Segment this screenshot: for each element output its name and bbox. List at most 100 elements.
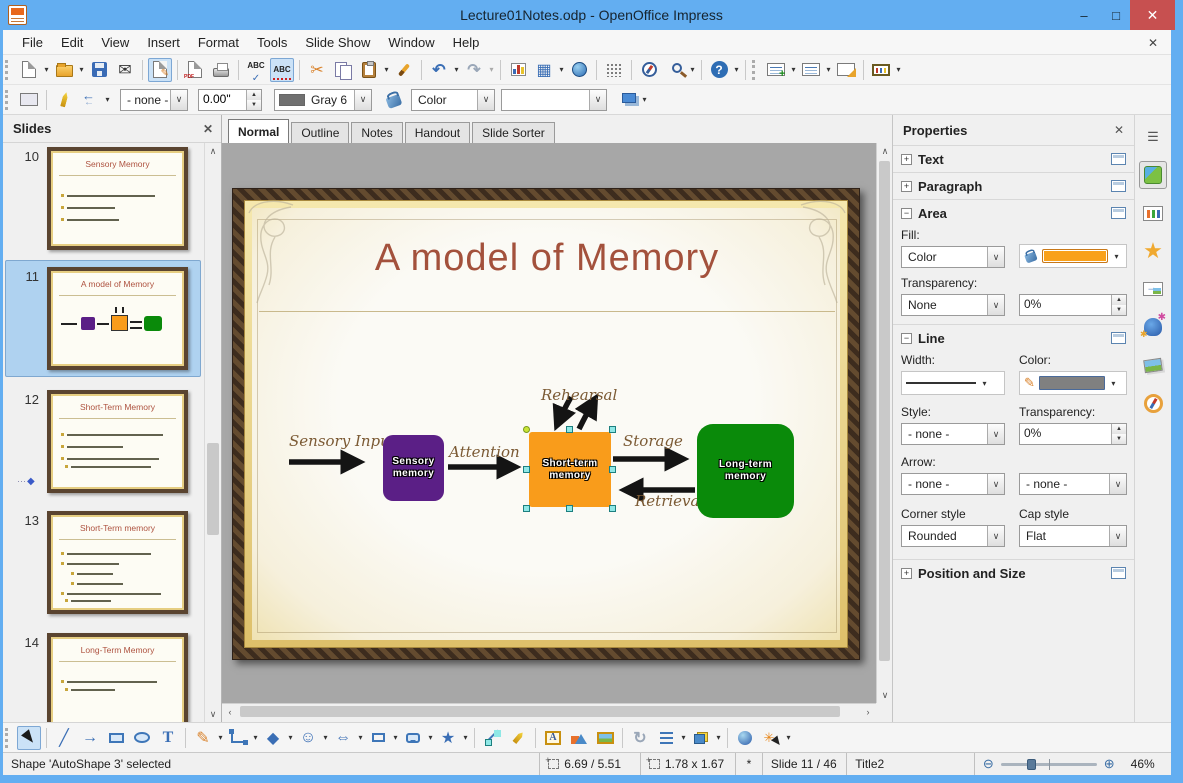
navigator-button[interactable]	[637, 58, 661, 82]
glue-points-button[interactable]	[506, 726, 530, 750]
rotate-button[interactable]: ↻	[628, 726, 652, 750]
toolbar-overflow-icon[interactable]: ▾	[640, 95, 649, 104]
undo-dropdown-icon[interactable]: ▾	[452, 65, 461, 74]
tab-normal[interactable]: Normal	[228, 119, 290, 143]
retrieval-label[interactable]: Retrieval	[635, 492, 704, 510]
stars-dropdown-icon[interactable]: ▾	[461, 733, 470, 742]
symbol-shapes-button[interactable]: ☺	[296, 726, 320, 750]
layout-name[interactable]: Title2	[847, 753, 975, 775]
insert-picture-button[interactable]	[593, 726, 617, 750]
arrow-start-select[interactable]: - none - ∨	[901, 473, 1005, 495]
minimize-button[interactable]: –	[1068, 0, 1100, 30]
zoom-in-icon[interactable]: ⊕	[1104, 756, 1115, 772]
arrow-tool-button[interactable]: →	[78, 726, 102, 750]
line-style-combobox[interactable]: - none - ∨	[120, 88, 188, 111]
menu-slideshow[interactable]: Slide Show	[296, 32, 379, 53]
zoom-slider-thumb[interactable]	[1026, 758, 1036, 770]
short-term-memory-box[interactable]: Short-term memory	[529, 432, 611, 507]
arrange-button[interactable]	[689, 726, 713, 750]
slide-12-thumbnail[interactable]: Short-Term Memory	[47, 390, 188, 493]
cut-button[interactable]: ✂	[305, 58, 329, 82]
autospellcheck-button[interactable]: ABC	[270, 57, 294, 82]
slide-11-thumbnail[interactable]: A model of Memory	[47, 267, 188, 370]
export-pdf-button[interactable]: PDF	[183, 58, 207, 82]
table-dropdown-icon[interactable]: ▾	[557, 65, 566, 74]
flowchart-button[interactable]	[366, 726, 390, 750]
tab-navigator[interactable]	[1139, 389, 1167, 417]
line-tool-button[interactable]: ╱	[52, 726, 76, 750]
expand-icon[interactable]: +	[901, 567, 912, 579]
presentation-overflow-icon[interactable]: ▾	[894, 65, 903, 74]
sensory-memory-box[interactable]: Sensory memory	[383, 435, 444, 501]
long-term-memory-box[interactable]: Long-term memory	[697, 424, 794, 518]
line-transparency-spinner[interactable]: 0% ▲ ▼	[1019, 423, 1127, 445]
scroll-right-icon[interactable]: ›	[860, 704, 876, 720]
fontwork-button[interactable]: A	[541, 726, 565, 750]
slide-layout-button[interactable]	[799, 58, 823, 82]
connector-tool-button[interactable]	[226, 726, 250, 750]
animation-indicator-icon[interactable]: ◆	[17, 476, 35, 487]
sidebar-menu-icon[interactable]: ☰	[1139, 123, 1167, 151]
zoom-slider[interactable]	[1000, 758, 1097, 770]
maximize-button[interactable]: □	[1100, 0, 1132, 30]
corner-style-select[interactable]: Rounded ∨	[901, 525, 1005, 547]
storage-label[interactable]: Storage	[623, 432, 683, 450]
arrow-end-select[interactable]: - none - ∨	[1019, 473, 1127, 495]
tab-gallery[interactable]	[1139, 351, 1167, 379]
curve-dropdown-icon[interactable]: ▾	[216, 733, 225, 742]
position-size-dialog-launcher-icon[interactable]	[1111, 567, 1126, 579]
line-color-swatch[interactable]	[1038, 376, 1105, 390]
fill-type-select[interactable]: Color ∨	[901, 246, 1005, 268]
display-grid-button[interactable]	[602, 58, 626, 82]
line-width-dropdown-icon[interactable]: ▾	[980, 379, 989, 388]
paste-button[interactable]	[357, 58, 381, 82]
drawbar-overflow-icon[interactable]: ▾	[784, 733, 793, 742]
select-tool-button[interactable]	[17, 725, 41, 750]
selection-handle-bottom-left[interactable]	[523, 505, 530, 512]
line-width-picker[interactable]: ▾	[901, 371, 1005, 395]
expand-icon[interactable]: +	[901, 180, 912, 192]
shapes-3d-button[interactable]	[567, 726, 591, 750]
fill-color-swatch[interactable]	[1042, 249, 1108, 263]
ellipse-tool-button[interactable]	[130, 726, 154, 750]
paste-dropdown-icon[interactable]: ▾	[382, 65, 391, 74]
new-document-button[interactable]	[17, 58, 41, 82]
callouts-button[interactable]	[401, 726, 425, 750]
transparency-type-select[interactable]: None ∨	[901, 294, 1005, 316]
zoom-out-icon[interactable]: ⊖	[983, 756, 994, 772]
insert-table-button[interactable]: ▦	[532, 58, 556, 82]
tab-custom-animation[interactable]: ★	[1139, 237, 1167, 265]
selection-handle-top-right[interactable]	[609, 426, 616, 433]
slide-14-thumbnail[interactable]: Long-Term Memory	[47, 633, 188, 722]
spellcheck-button[interactable]: ABC ✓	[244, 58, 268, 85]
tab-properties[interactable]	[1139, 161, 1167, 189]
insert-chart-button[interactable]	[506, 58, 530, 82]
selection-handle-right[interactable]	[609, 466, 616, 473]
rectangle-tool-button[interactable]	[104, 726, 128, 750]
fill-type-combobox[interactable]: Color ∨	[411, 88, 495, 111]
slide-show-button[interactable]	[869, 58, 893, 82]
text-tool-button[interactable]: T	[156, 726, 180, 750]
zoom-percent[interactable]: 46%	[1123, 753, 1171, 775]
slide-thumbnail-row[interactable]: 13 Short-Term memory	[3, 511, 204, 623]
menu-help[interactable]: Help	[444, 32, 489, 53]
scroll-left-icon[interactable]: ‹	[222, 704, 238, 720]
basic-shapes-dropdown-icon[interactable]: ▾	[286, 733, 295, 742]
menu-view[interactable]: View	[92, 32, 138, 53]
arrange-dropdown-icon[interactable]: ▾	[714, 733, 723, 742]
zoom-dropdown-icon[interactable]: ▾	[688, 65, 697, 74]
selection-handle-top[interactable]	[566, 426, 573, 433]
shadow-button[interactable]	[615, 88, 639, 112]
menu-edit[interactable]: Edit	[52, 32, 92, 53]
hyperlink-button[interactable]	[567, 58, 591, 82]
edit-file-button[interactable]: ✎	[148, 57, 172, 82]
horizontal-scrollbar[interactable]: ‹ ›	[222, 703, 876, 719]
scroll-up-icon[interactable]: ∧	[205, 143, 221, 159]
open-dropdown-icon[interactable]: ▾	[77, 65, 86, 74]
slide-canvas[interactable]: A model of Memory Sensory Input Attentio…	[222, 143, 876, 703]
slide-10-thumbnail[interactable]: Sensory Memory	[47, 147, 188, 250]
line-color-combobox[interactable]: Gray 6 ∨	[274, 88, 372, 111]
scroll-up-icon[interactable]: ∧	[877, 143, 893, 159]
toolbar-grip[interactable]	[5, 59, 12, 80]
menu-window[interactable]: Window	[379, 32, 443, 53]
